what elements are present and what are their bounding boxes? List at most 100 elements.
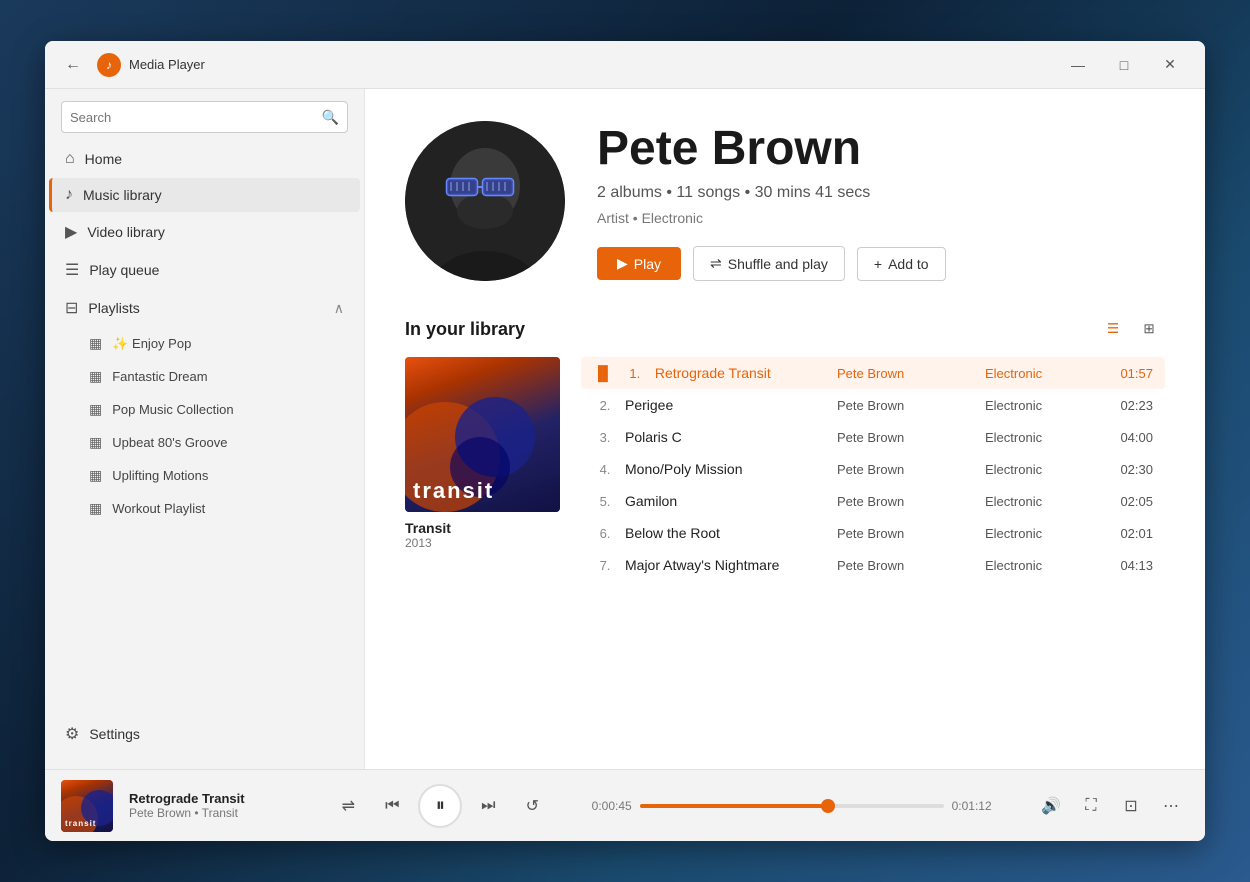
album-cover: transit — [405, 357, 560, 512]
track-genre: Electronic — [985, 494, 1095, 509]
list-view-button[interactable]: ☰ — [1097, 313, 1129, 345]
search-input[interactable] — [70, 110, 322, 125]
home-icon: ⌂ — [65, 150, 75, 168]
track-duration: 01:57 — [1103, 366, 1153, 381]
now-playing-title: Retrograde Transit — [129, 791, 289, 806]
artist-stats: 2 albums • 11 songs • 30 mins 41 secs — [597, 184, 1165, 202]
music-icon: ♪ — [65, 186, 73, 204]
video-icon: ▶ — [65, 222, 77, 242]
fullscreen-button[interactable]: ⛶ — [1073, 788, 1109, 824]
playlist-label-2: Pop Music Collection — [112, 402, 233, 417]
table-row[interactable]: ▐▌ 1. Retrograde Transit Pete Brown Elec… — [581, 357, 1165, 389]
track-number: 5. — [593, 494, 617, 509]
search-box[interactable]: 🔍 — [61, 101, 348, 133]
sidebar-item-music-label: Music library — [83, 187, 162, 203]
artist-actions: ▶ Play ⇌ Shuffle and play + Add to — [597, 246, 1165, 281]
track-artist: Pete Brown — [837, 526, 977, 541]
player-controls: ⇌ ⏮ ⏸ ⏭ ↺ — [330, 784, 550, 828]
table-row[interactable]: 2. Perigee Pete Brown Electronic 02:23 — [581, 389, 1165, 421]
next-icon: ⏭ — [481, 797, 495, 815]
player-bar: transit Retrograde Transit Pete Brown • … — [45, 769, 1205, 841]
track-genre: Electronic — [985, 526, 1095, 541]
track-artist: Pete Brown — [837, 462, 977, 477]
track-duration: 02:01 — [1103, 526, 1153, 541]
sidebar-item-play-queue[interactable]: ☰ Play queue — [49, 252, 360, 288]
minimize-button[interactable]: — — [1055, 49, 1101, 81]
table-row[interactable]: 4. Mono/Poly Mission Pete Brown Electron… — [581, 453, 1165, 485]
more-options-button[interactable]: ⋯ — [1153, 788, 1189, 824]
grid-view-icon: ⊞ — [1143, 321, 1154, 337]
playlists-label: Playlists — [88, 300, 139, 316]
playlist-item-workout[interactable]: ▦ Workout Playlist — [49, 493, 360, 524]
add-to-button[interactable]: + Add to — [857, 247, 946, 281]
track-artist: Pete Brown — [837, 366, 977, 381]
maximize-button[interactable]: □ — [1101, 49, 1147, 81]
search-icon[interactable]: 🔍 — [322, 109, 339, 126]
sidebar-item-home[interactable]: ⌂ Home — [49, 142, 360, 176]
playlist-icon-4: ▦ — [89, 467, 102, 484]
list-view-icon: ☰ — [1107, 321, 1119, 337]
miniplayer-icon: ⊡ — [1124, 796, 1137, 816]
track-number: 4. — [593, 462, 617, 477]
progress-track[interactable] — [640, 804, 944, 808]
settings-icon: ⚙ — [65, 724, 79, 744]
track-artist: Pete Brown — [837, 558, 977, 573]
pause-icon: ⏸ — [436, 795, 445, 816]
repeat-button[interactable]: ↺ — [514, 788, 550, 824]
track-artist: Pete Brown — [837, 398, 977, 413]
artist-type: Artist • Electronic — [597, 210, 1165, 226]
sidebar-item-home-label: Home — [85, 151, 122, 167]
artist-info: Pete Brown 2 albums • 11 songs • 30 mins… — [597, 121, 1165, 281]
playlist-item-enjoy-pop[interactable]: ▦ ✨ Enjoy Pop — [49, 328, 360, 359]
previous-button[interactable]: ⏮ — [374, 788, 410, 824]
playlist-item-uplifting[interactable]: ▦ Uplifting Motions — [49, 460, 360, 491]
back-button[interactable]: ← — [57, 49, 89, 81]
track-artist: Pete Brown — [837, 494, 977, 509]
track-genre: Electronic — [985, 558, 1095, 573]
album-thumbnail[interactable]: transit Transit 2013 — [405, 357, 565, 581]
sidebar-item-settings[interactable]: ⚙ Settings — [49, 716, 360, 752]
more-icon: ⋯ — [1163, 796, 1179, 816]
pause-button[interactable]: ⏸ — [418, 784, 462, 828]
table-row[interactable]: 7. Major Atway's Nightmare Pete Brown El… — [581, 549, 1165, 581]
playlist-item-upbeat[interactable]: ▦ Upbeat 80's Groove — [49, 427, 360, 458]
table-row[interactable]: 6. Below the Root Pete Brown Electronic … — [581, 517, 1165, 549]
shuffle-play-button[interactable]: ⇌ Shuffle and play — [693, 246, 845, 281]
sidebar-item-video-library[interactable]: ▶ Video library — [49, 214, 360, 250]
track-duration: 02:05 — [1103, 494, 1153, 509]
grid-view-button[interactable]: ⊞ — [1133, 313, 1165, 345]
volume-button[interactable]: 🔊 — [1033, 788, 1069, 824]
playlist-item-fantastic-dream[interactable]: ▦ Fantastic Dream — [49, 361, 360, 392]
back-icon: ← — [65, 56, 81, 74]
play-button[interactable]: ▶ Play — [597, 247, 681, 280]
window-controls: — □ ✕ — [1055, 49, 1193, 81]
main-area: 🔍 ⌂ Home ♪ Music library ▶ Video library… — [45, 89, 1205, 769]
avatar — [405, 121, 565, 281]
playlist-item-pop-music[interactable]: ▦ Pop Music Collection — [49, 394, 360, 425]
track-title: Major Atway's Nightmare — [625, 557, 829, 573]
library-content: transit Transit 2013 ▐▌ 1. Retrograde Tr… — [405, 357, 1165, 581]
next-button[interactable]: ⏭ — [470, 788, 506, 824]
table-row[interactable]: 5. Gamilon Pete Brown Electronic 02:05 — [581, 485, 1165, 517]
track-genre: Electronic — [985, 430, 1095, 445]
track-title: Mono/Poly Mission — [625, 461, 829, 477]
track-duration: 02:23 — [1103, 398, 1153, 413]
track-title: Gamilon — [625, 493, 829, 509]
playlist-icon-3: ▦ — [89, 434, 102, 451]
avatar-svg — [405, 121, 565, 281]
volume-icon: 🔊 — [1041, 796, 1061, 816]
shuffle-ctrl-icon: ⇌ — [342, 796, 355, 816]
close-button[interactable]: ✕ — [1147, 49, 1193, 81]
thumbnail-text: transit — [65, 819, 96, 828]
sidebar-item-music-library[interactable]: ♪ Music library — [49, 178, 360, 212]
table-row[interactable]: 3. Polaris C Pete Brown Electronic 04:00 — [581, 421, 1165, 453]
miniplayer-button[interactable]: ⊡ — [1113, 788, 1149, 824]
track-number: 1. — [623, 366, 647, 381]
track-number: 2. — [593, 398, 617, 413]
playlists-header[interactable]: ⊟ Playlists ∧ — [49, 290, 360, 326]
library-title: In your library — [405, 319, 525, 340]
shuffle-button[interactable]: ⇌ — [330, 788, 366, 824]
player-right-controls: 🔊 ⛶ ⊡ ⋯ — [1033, 788, 1189, 824]
playlist-label-5: Workout Playlist — [112, 501, 205, 516]
track-title: Retrograde Transit — [655, 365, 829, 381]
